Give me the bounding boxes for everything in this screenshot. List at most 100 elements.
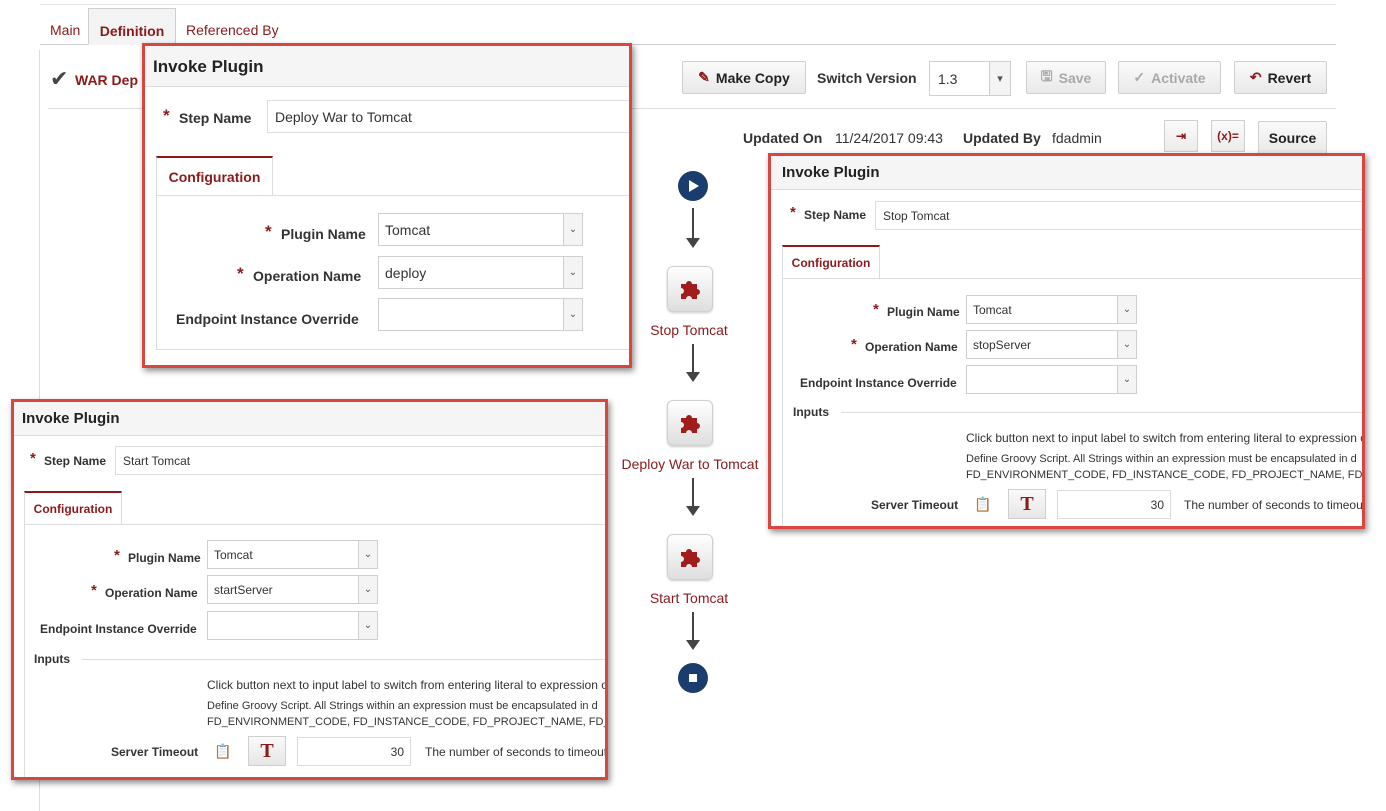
- step-name-input[interactable]: Stop Tomcat: [875, 201, 1362, 230]
- plugin-name-value: Tomcat: [214, 547, 253, 562]
- source-button[interactable]: Source: [1258, 121, 1327, 154]
- invoke-plugin-dialog-start: Invoke Plugin * Step Name Start Tomcat C…: [11, 399, 608, 780]
- chevron-down-icon: ⌄: [1117, 331, 1136, 358]
- revert-button[interactable]: ↶ Revert: [1234, 61, 1327, 94]
- operation-name-label: Operation Name: [253, 268, 362, 284]
- tab-configuration[interactable]: Configuration: [156, 156, 273, 196]
- flow-start-node[interactable]: [678, 171, 708, 201]
- server-timeout-input[interactable]: 30: [297, 737, 411, 766]
- puzzle-piece-icon: [681, 281, 700, 299]
- operation-name-select[interactable]: deploy ⌄: [378, 256, 583, 289]
- flow-end-node[interactable]: [678, 663, 708, 693]
- required-marker: *: [237, 264, 244, 283]
- step-name-input[interactable]: Start Tomcat: [115, 446, 605, 475]
- save-label: Save: [1058, 69, 1092, 86]
- operation-name-select[interactable]: stopServer ⌄: [966, 330, 1137, 359]
- operation-name-value: deploy: [385, 264, 427, 281]
- undo-arrow-icon: ↶: [1249, 69, 1262, 85]
- plugin-name-select[interactable]: Tomcat ⌄: [378, 213, 583, 246]
- help-text-groovy: Define Groovy Script. All Strings within…: [966, 453, 1357, 465]
- server-timeout-label: Server Timeout: [111, 745, 199, 759]
- required-marker: *: [30, 450, 36, 467]
- tab-definition[interactable]: Definition: [88, 8, 176, 45]
- flow-step-deploy-war[interactable]: [667, 400, 713, 446]
- flow-connector: [692, 344, 694, 374]
- plugin-name-label: Plugin Name: [281, 226, 366, 242]
- text-t-icon: T: [260, 739, 274, 762]
- activate-label: Activate: [1151, 69, 1206, 86]
- literal-toggle-button[interactable]: T: [1008, 489, 1046, 519]
- arrow-down-icon: [686, 506, 700, 516]
- dialog-title: Invoke Plugin: [153, 57, 264, 76]
- save-button[interactable]: 🖫 Save: [1026, 61, 1106, 94]
- tab-main[interactable]: Main: [40, 8, 90, 44]
- help-text-groovy: Define Groovy Script. All Strings within…: [207, 700, 598, 712]
- flow-step-label: Stop Tomcat: [650, 322, 728, 338]
- stop-icon: [689, 674, 697, 682]
- revert-label: Revert: [1267, 69, 1312, 86]
- dialog-title: Invoke Plugin: [22, 410, 120, 427]
- definition-title: WAR Dep: [75, 72, 138, 88]
- plugin-name-select[interactable]: Tomcat ⌄: [966, 295, 1137, 324]
- dialog-header: Invoke Plugin: [14, 402, 605, 436]
- step-name-label: Step Name: [804, 208, 867, 222]
- operation-name-value: stopServer: [973, 337, 1032, 352]
- dialog-header: Invoke Plugin: [145, 46, 629, 87]
- required-marker: *: [114, 547, 120, 564]
- tab-configuration[interactable]: Configuration: [24, 491, 122, 525]
- operation-name-label: Operation Name: [105, 586, 198, 600]
- endpoint-override-select[interactable]: ⌄: [207, 611, 378, 640]
- help-text-variables: FD_ENVIRONMENT_CODE, FD_INSTANCE_CODE, F…: [207, 716, 608, 728]
- flow-step-start-tomcat[interactable]: [667, 534, 713, 580]
- flow-connector: [692, 612, 694, 642]
- properties-button[interactable]: (x)=: [1211, 120, 1245, 152]
- plugin-name-label: Plugin Name: [887, 305, 960, 319]
- server-timeout-label: Server Timeout: [871, 498, 959, 512]
- endpoint-override-select[interactable]: ⌄: [966, 365, 1137, 394]
- chevron-down-icon: ⌄: [563, 214, 582, 245]
- clipboard-icon[interactable]: 📋: [974, 496, 991, 513]
- inputs-divider: [841, 412, 1362, 413]
- make-copy-button[interactable]: ✎ Make Copy: [682, 61, 806, 94]
- chevron-down-icon: ⌄: [358, 576, 377, 603]
- version-select[interactable]: 1.3 ▾: [929, 61, 1011, 96]
- step-name-input[interactable]: Deploy War to Tomcat: [267, 100, 629, 133]
- literal-toggle-button[interactable]: T: [248, 736, 286, 766]
- endpoint-override-select[interactable]: ⌄: [378, 298, 583, 331]
- server-timeout-input[interactable]: 30: [1057, 490, 1171, 519]
- make-copy-label: Make Copy: [715, 69, 790, 86]
- operation-name-value: startServer: [214, 582, 273, 597]
- top-divider: [40, 4, 1336, 5]
- help-text-variables: FD_ENVIRONMENT_CODE, FD_INSTANCE_CODE, F…: [966, 469, 1365, 481]
- chevron-down-icon: ⌄: [358, 541, 377, 568]
- required-marker: *: [851, 336, 857, 353]
- version-value: 1.3: [938, 70, 958, 87]
- inputs-section-label: Inputs: [793, 405, 829, 419]
- server-timeout-description: The number of seconds to timeout: [425, 745, 608, 759]
- activate-button[interactable]: ✓ Activate: [1118, 61, 1221, 94]
- expression-icon: (x)=: [1217, 129, 1239, 143]
- tab-configuration[interactable]: Configuration: [782, 245, 880, 279]
- plugin-name-select[interactable]: Tomcat ⌄: [207, 540, 378, 569]
- help-text-literal: Click button next to input label to swit…: [966, 431, 1365, 445]
- clipboard-icon[interactable]: 📋: [214, 743, 231, 760]
- server-timeout-description: The number of seconds to timeout: [1184, 498, 1365, 512]
- check-circle-icon: ✓: [1133, 69, 1146, 85]
- floppy-disk-icon: 🖫: [1040, 67, 1053, 84]
- operation-name-select[interactable]: startServer ⌄: [207, 575, 378, 604]
- flow-step-stop-tomcat[interactable]: [667, 266, 713, 312]
- puzzle-piece-icon: [681, 549, 700, 567]
- plugin-name-value: Tomcat: [973, 302, 1012, 317]
- import-button[interactable]: ⇥: [1164, 120, 1198, 152]
- required-marker: *: [265, 222, 272, 241]
- tab-referenced-by[interactable]: Referenced By: [176, 8, 289, 44]
- flow-connector: [692, 208, 694, 240]
- updated-by-label: Updated By: [963, 130, 1041, 146]
- required-marker: *: [790, 204, 796, 221]
- help-text-literal: Click button next to input label to swit…: [207, 678, 608, 692]
- invoke-plugin-dialog-stop: Invoke Plugin * Step Name Stop Tomcat Co…: [768, 153, 1365, 529]
- inputs-divider: [82, 659, 605, 660]
- step-name-label: Step Name: [179, 110, 252, 126]
- updated-on-value: 11/24/2017 09:43: [835, 130, 943, 146]
- operation-name-label: Operation Name: [865, 340, 958, 354]
